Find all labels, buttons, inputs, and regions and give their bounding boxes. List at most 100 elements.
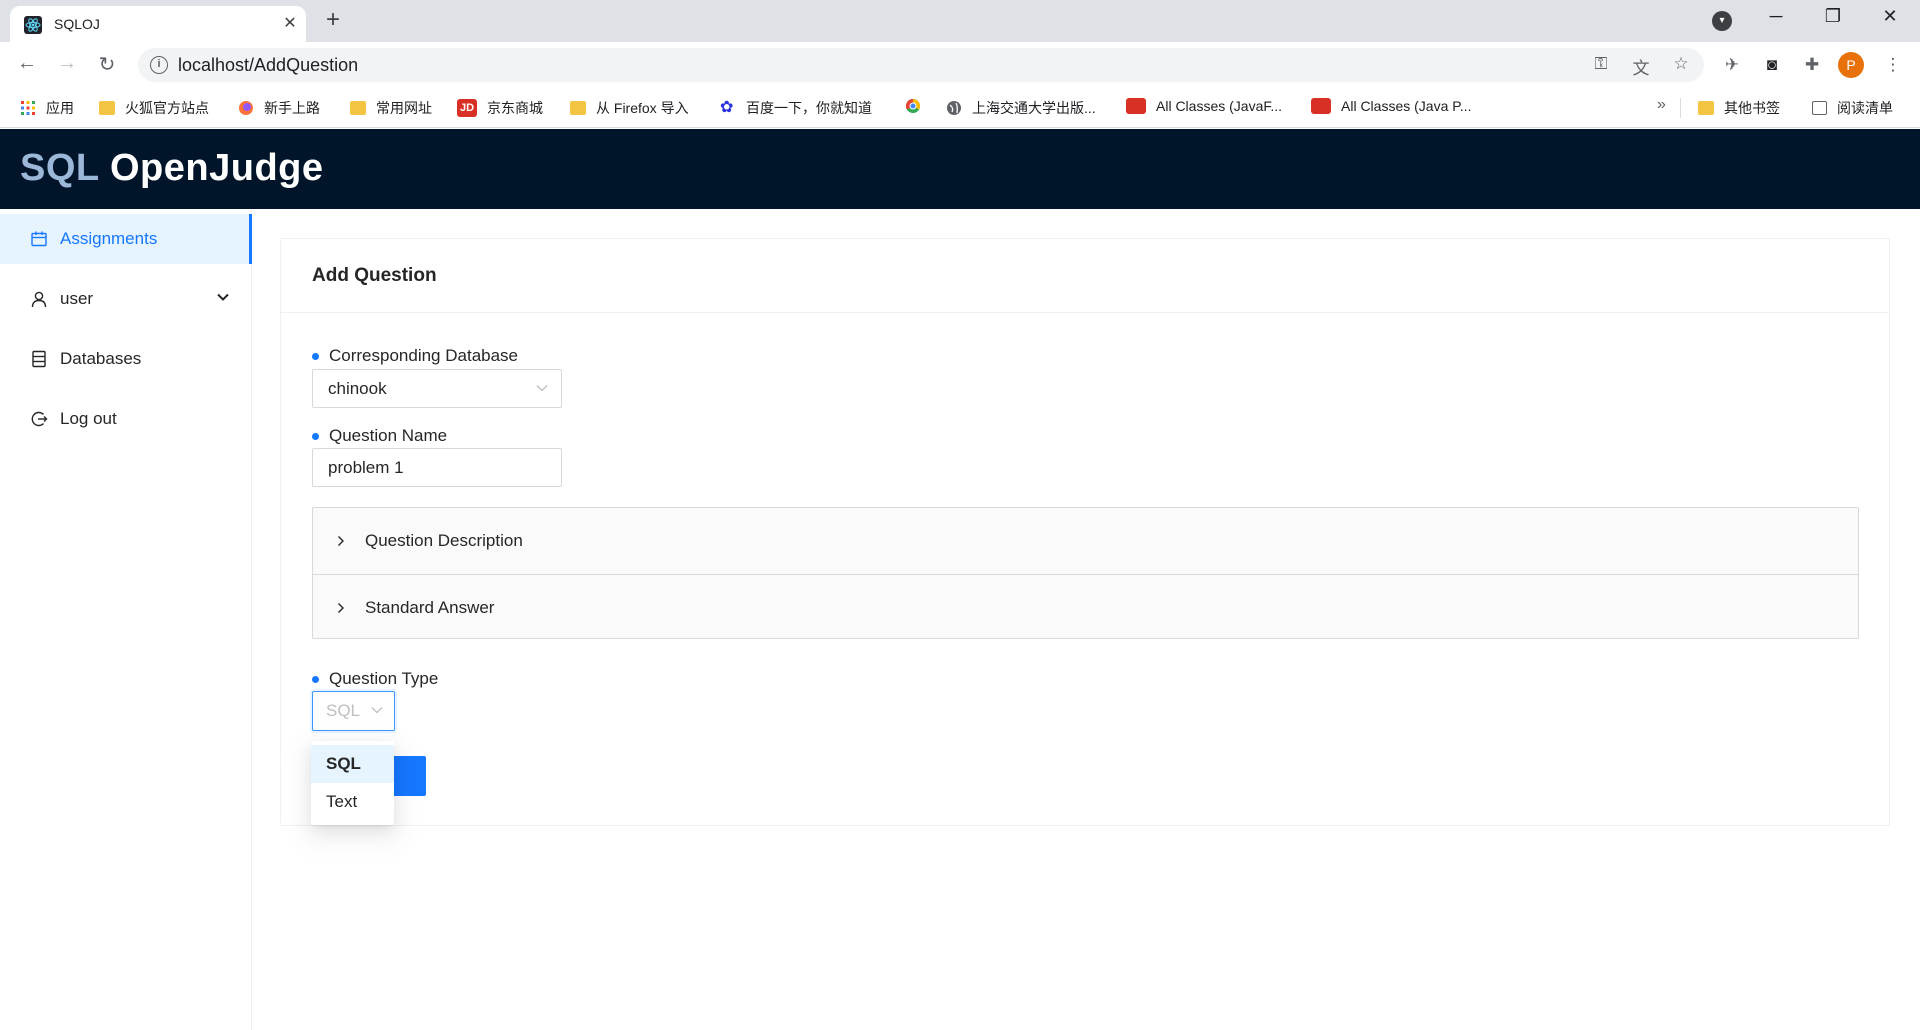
sidebar: Assignments user Databases Log out [0, 209, 252, 1030]
browser-toolbar: ← → ↻ i localhost/AddQuestion ⚿ 文 ☆ ✈ ◙ … [0, 42, 1920, 88]
reload-icon[interactable]: ↻ [93, 52, 121, 77]
chevron-down-icon [371, 707, 383, 714]
back-icon[interactable]: ← [13, 52, 41, 75]
bookmark-label: 应用 [46, 100, 74, 116]
question-type-label: Question Type [312, 669, 438, 689]
question-name-input[interactable] [312, 448, 562, 487]
question-description-panel[interactable]: Question Description [313, 508, 1858, 574]
extension-icon[interactable]: ◙ [1759, 52, 1785, 78]
question-type-select[interactable]: SQL [312, 691, 395, 731]
add-question-card: Add Question Corresponding Database chin… [280, 238, 1890, 826]
browser-tabstrip: SQLOJ ✕ + ▾ ─ ❐ ✕ [0, 0, 1920, 42]
star-icon[interactable]: ☆ [1669, 54, 1693, 74]
sidebar-item-user[interactable]: user [0, 274, 252, 324]
database-select[interactable]: chinook [312, 369, 562, 408]
close-window-button[interactable]: ✕ [1867, 6, 1913, 27]
dropdown-option-sql[interactable]: SQL [311, 745, 394, 783]
folder-icon [1698, 101, 1714, 115]
bookmark-item[interactable]: All Classes (JavaF... [1126, 98, 1282, 114]
sidebar-item-label: Databases [60, 349, 142, 368]
app-header: SQL OpenJudge [0, 129, 1920, 209]
more-menu-icon[interactable]: ⋮ [1880, 52, 1906, 78]
chevron-right-icon [338, 536, 344, 546]
bookmarks-overflow-button[interactable]: » [1657, 96, 1666, 114]
bookmark-label: 百度一下，你就知道 [746, 100, 872, 116]
sidebar-item-databases[interactable]: Databases [0, 334, 252, 384]
database-icon [32, 350, 46, 368]
minimize-button[interactable]: ─ [1753, 6, 1799, 27]
extension-icon[interactable]: ✈ [1719, 52, 1745, 78]
folder-icon [99, 101, 115, 115]
bookmark-item[interactable]: 火狐官方站点 [99, 98, 209, 118]
bookmark-label: 京东商城 [487, 100, 543, 116]
bookmark-item[interactable]: 新手上路 [238, 98, 320, 118]
folder-icon [350, 101, 366, 115]
app-title-sql: SQL [20, 147, 99, 189]
sidebar-item-label: Log out [60, 409, 117, 428]
bookmark-item[interactable]: All Classes (Java P... [1311, 98, 1471, 114]
sidebar-item-label: user [60, 289, 94, 308]
app-logo-title[interactable]: SQL OpenJudge [20, 147, 324, 190]
url-text[interactable]: localhost/AddQuestion [178, 55, 358, 76]
sidebar-item-label: Assignments [60, 229, 158, 248]
new-tab-button[interactable]: + [326, 6, 340, 34]
bookmark-item[interactable]: 上海交通大学出版... [946, 98, 1096, 118]
app-title-openjudge: OpenJudge [98, 147, 324, 189]
sidebar-item-logout[interactable]: Log out [0, 394, 252, 444]
restore-button[interactable]: ❐ [1810, 6, 1856, 27]
bookmark-label: 火狐官方站点 [125, 100, 209, 116]
folder-icon [570, 101, 586, 115]
chevron-down-icon [536, 385, 548, 392]
reading-list-icon [1812, 101, 1827, 115]
bookmark-label: All Classes (Java P... [1341, 98, 1472, 114]
bookmark-item[interactable]: JD 京东商城 [457, 98, 543, 118]
globe-icon [947, 101, 961, 115]
bookmark-item[interactable]: 从 Firefox 导入 [570, 98, 689, 118]
oracle-icon [1126, 98, 1146, 114]
chrome-icon [905, 98, 921, 113]
question-name-label: Question Name [312, 426, 447, 446]
bookmark-apps[interactable]: 应用 [20, 98, 74, 118]
tab-close-icon[interactable]: ✕ [280, 13, 300, 33]
collapse-panels: Question Description Standard Answer [312, 507, 1859, 639]
bookmarks-bar: 应用 火狐官方站点 新手上路 常用网址 JD 京东商城 从 Firefox 导入… [0, 88, 1920, 128]
chevron-right-icon [338, 602, 344, 613]
other-bookmarks[interactable]: 其他书签 [1698, 98, 1780, 118]
react-icon [24, 16, 42, 34]
bookmark-label: 从 Firefox 导入 [596, 100, 689, 116]
bookmark-label: 上海交通大学出版... [972, 100, 1096, 116]
chevron-down-icon[interactable] [216, 290, 230, 304]
translate-icon[interactable]: 文 [1629, 54, 1653, 79]
puzzle-icon[interactable]: ✚ [1799, 52, 1825, 78]
other-bookmarks-label: 其他书签 [1724, 100, 1780, 116]
reading-list[interactable]: 阅读清单 [1812, 98, 1893, 118]
bookmark-item[interactable]: 常用网址 [350, 98, 432, 118]
database-select-value: chinook [328, 379, 387, 398]
logout-icon [31, 411, 48, 427]
standard-answer-panel[interactable]: Standard Answer [313, 574, 1858, 640]
tab-search-icon[interactable]: ▾ [1712, 11, 1732, 31]
bookmark-item[interactable] [905, 98, 931, 114]
forward-icon[interactable]: → [53, 52, 81, 75]
browser-tab[interactable]: SQLOJ ✕ [10, 6, 306, 42]
page-title: Add Question [312, 265, 437, 286]
question-name-label-text: Question Name [329, 426, 448, 445]
user-icon [31, 291, 47, 308]
sidebar-item-assignments[interactable]: Assignments [0, 214, 252, 264]
required-marker [312, 432, 319, 440]
dropdown-option-text[interactable]: Text [311, 783, 394, 821]
profile-avatar[interactable]: P [1838, 52, 1864, 78]
reading-list-label: 阅读清单 [1837, 100, 1893, 116]
site-info-icon[interactable]: i [150, 56, 168, 74]
bookmark-label: 常用网址 [376, 100, 432, 116]
oracle-icon [1311, 98, 1331, 114]
panel-title: Question Description [365, 531, 523, 550]
key-icon[interactable]: ⚿ [1589, 54, 1613, 74]
calendar-icon [31, 231, 47, 247]
bookmark-item[interactable]: ✿ 百度一下，你就知道 [720, 98, 872, 118]
bookmark-label: 新手上路 [264, 100, 320, 116]
question-type-label-text: Question Type [329, 669, 439, 688]
address-bar[interactable]: i localhost/AddQuestion ⚿ 文 ☆ [138, 48, 1704, 82]
question-type-dropdown: SQL Text [311, 741, 394, 825]
apps-grid-icon [21, 101, 35, 115]
